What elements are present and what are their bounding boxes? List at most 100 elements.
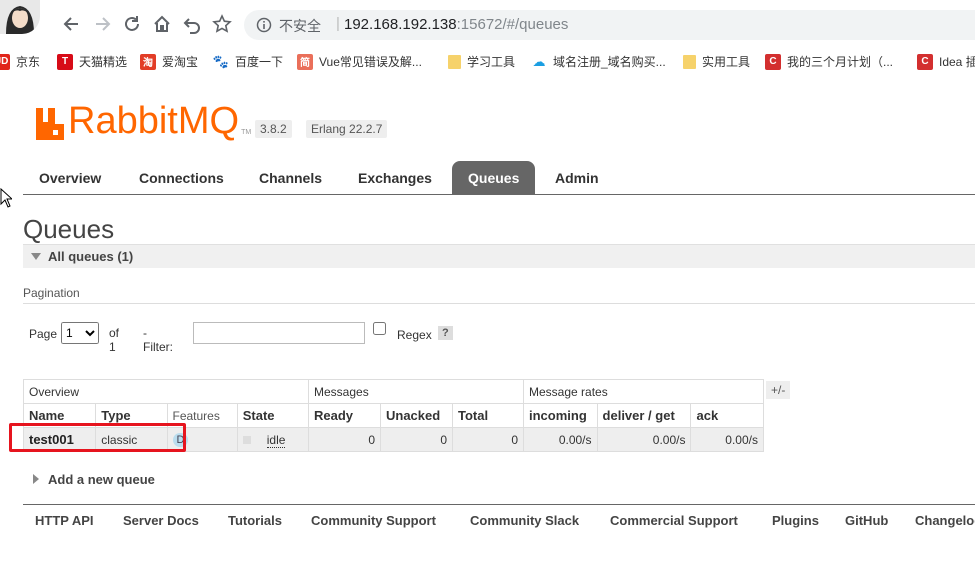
state-indicator-icon [242,436,251,445]
home-button[interactable] [150,12,174,36]
address-bar[interactable]: 不安全 | 192.168.192.138:15672/#/queues [244,10,975,40]
table-row[interactable]: test001 classic D idle 0 0 0 0.00/s 0.00… [22,427,764,452]
bookmark-star-button[interactable] [210,12,234,36]
footer-link-community-support[interactable]: Community Support [311,513,436,528]
tab-overview[interactable]: Overview [23,161,117,194]
logo-text: RabbitMQ [68,100,240,142]
csdn-icon: C [765,53,781,70]
page-select[interactable]: 1 [61,322,99,344]
queue-type: classic [95,427,168,452]
col-features: Features [166,403,238,428]
bookmark-label: Vue常见错误及解... [319,55,422,69]
bookmark-item[interactable]: 淘爱淘宝 [140,53,198,70]
col-unacked[interactable]: Unacked [380,403,453,428]
browser-chrome: 不安全 | 192.168.192.138:15672/#/queues JD 京… [0,0,975,78]
all-queues-toggle[interactable]: All queues (1) [23,244,975,268]
arrow-right-icon [96,17,111,31]
col-incoming[interactable]: incoming [523,403,598,428]
footer-link-community-slack[interactable]: Community Slack [470,513,579,528]
col-ack[interactable]: ack [690,403,764,428]
baidu-icon: 🐾 [212,53,230,69]
footer-link-github[interactable]: GitHub [845,513,888,528]
section-title: All queues (1) [48,249,134,264]
bookmark-item[interactable]: C Idea 插 [917,53,975,70]
page-title: Queues [23,214,115,244]
star-icon [212,14,232,33]
bookmark-item[interactable]: JD 京东 [0,53,40,70]
bookmark-item[interactable]: 实用工具 [683,53,750,70]
logo-trademark: TM [241,129,252,136]
col-total[interactable]: Total [452,403,524,428]
incoming-rate: 0.00/s [523,427,598,452]
erlang-badge: Erlang 22.2.7 [306,120,388,138]
queue-name-link[interactable]: test001 [22,427,97,452]
tab-connections[interactable]: Connections [123,161,240,194]
jd-icon: JD [0,53,10,70]
reload-icon [125,16,139,31]
footer-links: HTTP API Server Docs Tutorials Community… [23,504,975,535]
bookmark-item[interactable]: C 我的三个月计划（... [765,53,893,70]
total-count: 0 [452,427,524,452]
undo-button[interactable] [180,12,204,36]
bookmark-item[interactable]: 🐾 百度一下 [213,53,283,70]
tab-queues[interactable]: Queues [452,161,536,194]
col-deliver-get[interactable]: deliver / get [596,403,692,428]
bookmark-label: 我的三个月计划（... [787,55,894,69]
table-column-header: Name Type Features State Ready Unacked T… [22,403,764,428]
profile-avatar[interactable] [0,0,40,34]
state-text: idle [266,432,286,448]
footer-link-http-api[interactable]: HTTP API [35,513,94,528]
col-type[interactable]: Type [95,403,168,428]
col-state[interactable]: State [236,403,310,428]
bookmark-label: 天猫精选 [79,55,128,69]
queue-features: D [166,427,238,452]
tab-channels[interactable]: Channels [243,161,338,194]
add-queue-label: Add a new queue [48,472,155,487]
group-overview: Overview [23,379,309,404]
footer-link-tutorials[interactable]: Tutorials [228,513,282,528]
footer-link-changelog[interactable]: Changelog [915,513,975,528]
regex-checkbox[interactable] [373,322,386,335]
expand-triangle-icon [33,474,39,484]
footer-link-server-docs[interactable]: Server Docs [123,513,199,528]
bookmark-label: Idea 插 [939,55,975,69]
undo-icon [183,18,200,34]
url-host: 192.168.192.138 [344,16,457,33]
add-queue-toggle[interactable]: Add a new queue [33,472,155,487]
cloud-icon: ☁ [532,53,546,69]
pagination-label: Pagination [23,286,80,300]
column-toggle-button[interactable]: +/- [766,381,791,399]
tab-exchanges[interactable]: Exchanges [342,161,448,194]
insecure-label: 不安全 [279,18,321,34]
bookmark-item[interactable]: ☁ 域名注册_域名购买... [531,53,666,70]
ack-rate: 0.00/s [690,427,764,452]
regex-label: Regex [397,328,432,342]
table-group-header: Overview Messages Message rates [23,379,764,404]
rabbitmq-logo[interactable]: RabbitMQ TM [34,100,251,140]
bookmark-label: 百度一下 [235,55,284,69]
info-icon[interactable] [256,17,272,33]
queue-state: idle [236,427,310,452]
col-name[interactable]: Name [22,403,97,428]
filter-input[interactable] [193,322,365,344]
tmall-icon: T [57,53,73,70]
bookmark-item[interactable]: T 天猫精选 [57,53,127,70]
group-message-rates: Message rates [523,379,764,404]
footer-link-plugins[interactable]: Plugins [772,513,819,528]
col-ready[interactable]: Ready [308,403,381,428]
bookmarks-bar: JD 京东 T 天猫精选淘爱淘宝 🐾 百度一下简 Vue常见错误及解... 学习工具 ☁ 域名注册… [0,48,975,76]
version-badge: 3.8.2 [255,120,292,138]
bookmark-item[interactable]: 简 Vue常见错误及解... [297,53,422,70]
footer-link-commercial-support[interactable]: Commercial Support [610,513,738,528]
tab-admin[interactable]: Admin [539,161,615,194]
regex-help-button[interactable]: ? [438,326,453,340]
bookmark-item[interactable]: 学习工具 [448,53,515,70]
pagination-divider [23,303,975,304]
home-icon [154,15,170,32]
reload-button[interactable] [120,12,144,36]
rabbitmq-mark-icon [36,108,64,140]
forward-button[interactable] [90,12,114,36]
back-button[interactable] [60,12,84,36]
bookmark-label: 实用工具 [702,55,751,69]
page-count-label: of 1 [109,326,120,354]
